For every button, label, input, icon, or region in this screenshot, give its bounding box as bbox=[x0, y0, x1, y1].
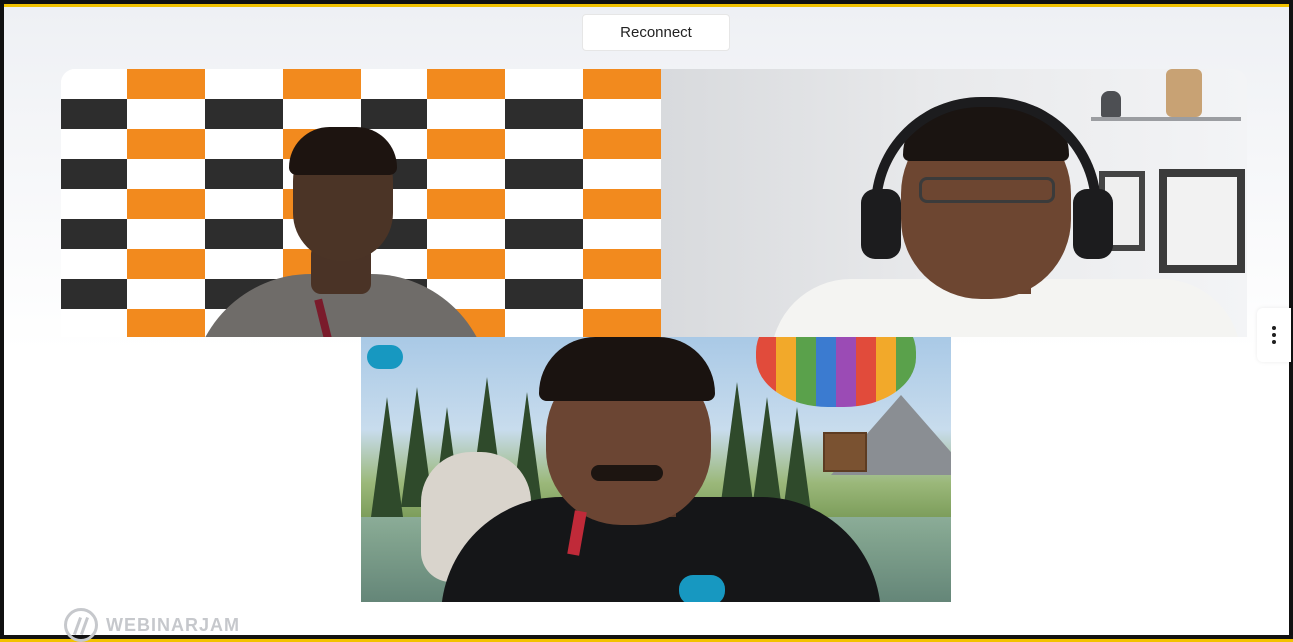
webinarjam-logo-icon bbox=[64, 608, 98, 642]
background-tree bbox=[721, 382, 753, 502]
participant-1-hair bbox=[289, 127, 397, 175]
wall-certificate-frame bbox=[1159, 169, 1245, 273]
shelf-object bbox=[1101, 91, 1121, 117]
participant-video-2[interactable] bbox=[661, 69, 1247, 337]
top-accent-strip bbox=[4, 4, 1289, 7]
more-options-button[interactable] bbox=[1257, 308, 1291, 362]
shelf-vase bbox=[1166, 69, 1202, 117]
participant-3-hair bbox=[539, 337, 715, 401]
background-tree bbox=[371, 397, 403, 517]
participant-video-1[interactable] bbox=[61, 69, 661, 337]
salesforce-badge-icon bbox=[679, 575, 725, 602]
salesforce-cloud-icon bbox=[367, 345, 403, 369]
reconnect-button[interactable]: Reconnect bbox=[582, 14, 730, 51]
headphones-right-cup bbox=[1073, 189, 1113, 259]
balloon-basket bbox=[823, 432, 867, 472]
brand-watermark: WEBINARJAM bbox=[64, 608, 240, 642]
headphones-left-cup bbox=[861, 189, 901, 259]
participant-3-mustache bbox=[591, 465, 663, 481]
brand-name: WEBINARJAM bbox=[106, 614, 240, 635]
headphones-band bbox=[871, 97, 1101, 207]
webinar-window: Reconnect WEBINARJAM bbox=[0, 0, 1293, 642]
vertical-ellipsis-icon bbox=[1272, 326, 1276, 344]
wall-shelf bbox=[1091, 117, 1241, 121]
participant-video-3[interactable] bbox=[361, 337, 951, 602]
